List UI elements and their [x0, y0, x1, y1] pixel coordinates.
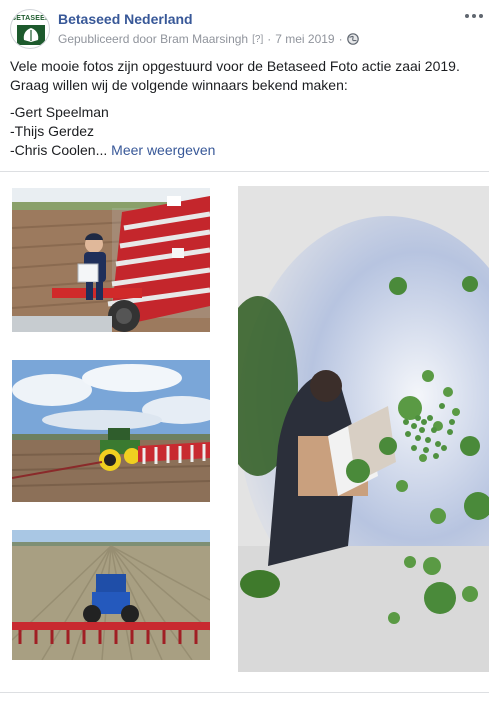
post-date[interactable]: 7 mei 2019	[275, 32, 334, 46]
post-meta: Gepubliceerd door Bram Maarsingh [?] · 7…	[58, 32, 359, 46]
green-tractor-photo	[12, 360, 210, 502]
winner-2: -Thijs Gerdez	[10, 123, 95, 139]
boy-with-seed-box-photo	[12, 188, 210, 332]
page-name-link[interactable]: Betaseed Nederland	[58, 11, 193, 27]
photo-seeds-falling[interactable]	[228, 172, 489, 672]
more-options-icon[interactable]	[463, 8, 485, 24]
meta-separator-2: ·	[338, 32, 343, 46]
photo-grid	[0, 171, 489, 672]
photo-blue-tractor[interactable]	[0, 516, 222, 672]
photo-green-tractor[interactable]	[0, 346, 222, 514]
winner-3: -Chris Coolen... Meer weergeven	[10, 141, 480, 160]
page-avatar[interactable]: BETASEED	[10, 9, 50, 49]
post-bottom-divider	[0, 692, 489, 693]
help-marker[interactable]: [?]	[252, 34, 263, 45]
leaf-logo-icon	[17, 25, 45, 45]
blue-tractor-photo	[12, 530, 210, 660]
see-more-link[interactable]: Meer weergeven	[111, 142, 215, 158]
globe-icon[interactable]	[346, 33, 359, 45]
published-by-text[interactable]: Gepubliceerd door Bram Maarsingh	[58, 32, 248, 46]
winner-3-name: -Chris Coolen...	[10, 142, 108, 158]
meta-separator: ·	[267, 32, 272, 46]
post-text: Vele mooie fotos zijn opgestuurd voor de…	[10, 57, 480, 160]
avatar-logo-text: BETASEED	[11, 15, 50, 22]
photo-boy-seed-box[interactable]	[0, 172, 222, 344]
post-header: BETASEED Betaseed Nederland Gepubliceerd…	[0, 0, 489, 56]
post-paragraph: Vele mooie fotos zijn opgestuurd voor de…	[10, 58, 460, 93]
winner-1: -Gert Speelman	[10, 104, 109, 120]
seeds-falling-photo	[238, 186, 489, 672]
